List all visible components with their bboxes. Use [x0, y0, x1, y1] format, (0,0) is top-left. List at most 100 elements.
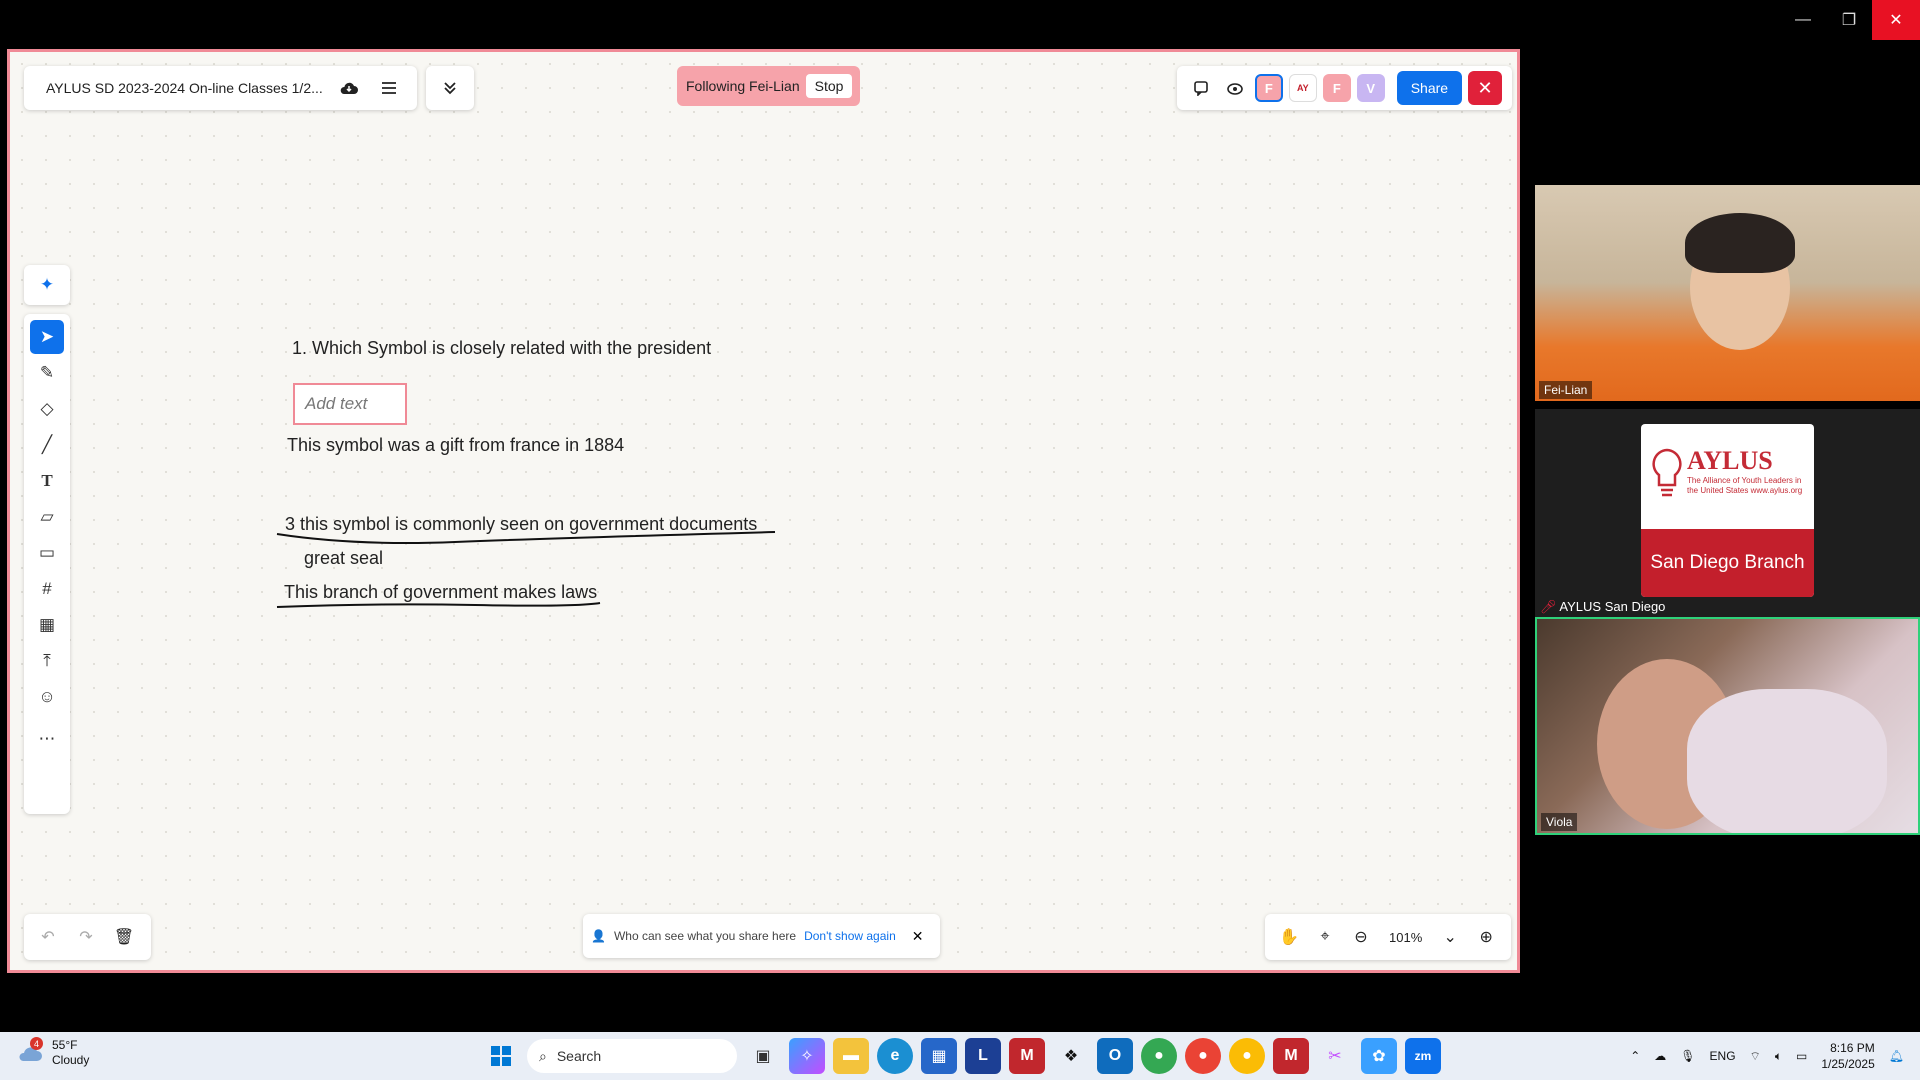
zoom-toolbar: ✋ ⌖ ⊖ 101% ⌄ ⊕: [1265, 914, 1511, 960]
trash-icon[interactable]: 🗑: [110, 923, 138, 951]
notification-badge: 4: [30, 1037, 43, 1050]
mcafee-icon[interactable]: M: [1009, 1038, 1045, 1074]
aylus-logo-text: AYLUS: [1687, 446, 1773, 475]
taskbar-search[interactable]: ⌕ Search: [527, 1039, 737, 1073]
line-tool-icon[interactable]: ╱: [30, 428, 64, 462]
emoji-icon[interactable]: ☺: [30, 680, 64, 714]
participant-hair: [1685, 213, 1795, 273]
chevron-down-icon[interactable]: ⌄: [1436, 923, 1464, 951]
wifi-icon[interactable]: ⌔: [1750, 1049, 1761, 1064]
zoom-level[interactable]: 101%: [1389, 930, 1422, 945]
redo-icon[interactable]: ↷: [72, 923, 100, 951]
mcafee-shield-icon[interactable]: M: [1273, 1038, 1309, 1074]
onedrive-icon[interactable]: ☁: [1654, 1049, 1666, 1063]
clock[interactable]: 8:16 PM 1/25/2025: [1821, 1040, 1874, 1072]
microphone-icon[interactable]: 🎙︎: [1680, 1049, 1695, 1063]
participant-name: Viola: [1541, 813, 1578, 831]
temperature: 55°F: [52, 1038, 78, 1052]
lightbulb-icon: [1652, 448, 1682, 497]
select-tool-icon[interactable]: ➤: [30, 320, 64, 354]
store-icon[interactable]: ▦: [921, 1038, 957, 1074]
close-whiteboard-button[interactable]: ✕: [1468, 71, 1503, 105]
upload-icon[interactable]: ⤒: [30, 644, 64, 678]
paint-icon[interactable]: ✿: [1361, 1038, 1397, 1074]
menu-icon[interactable]: [375, 74, 403, 102]
file-explorer-icon[interactable]: ▬: [833, 1038, 869, 1074]
sharing-notice: 👤 Who can see what you share here Don't …: [583, 914, 940, 958]
windows-start-icon[interactable]: [483, 1038, 519, 1074]
outlook-icon[interactable]: O: [1097, 1038, 1133, 1074]
zoom-out-icon[interactable]: ⊖: [1347, 923, 1375, 951]
text-tool-icon[interactable]: T: [30, 464, 64, 498]
whiteboard-canvas[interactable]: [10, 52, 1517, 970]
aylus-avatar[interactable]: AY: [1288, 74, 1317, 102]
edge-icon[interactable]: e: [877, 1038, 913, 1074]
weather-condition: Cloudy: [52, 1053, 90, 1067]
participant-avatar[interactable]: F: [1254, 74, 1283, 102]
video-tile-fei-lian[interactable]: Fei-Lian: [1535, 185, 1920, 401]
ink-underline[interactable]: [275, 522, 795, 572]
ai-sparkle-icon[interactable]: ✦: [30, 268, 64, 302]
collapse-toolbar-button[interactable]: [426, 66, 474, 110]
shapes-tool-icon[interactable]: ◇: [30, 392, 64, 426]
chrome-icon[interactable]: ●: [1141, 1038, 1177, 1074]
sticky-note-icon[interactable]: ▱: [30, 500, 64, 534]
following-banner: Following Fei-Lian Stop: [677, 66, 860, 106]
comment-icon[interactable]: [1187, 74, 1215, 102]
right-toolbar: F AY F V Share ✕: [1177, 66, 1512, 110]
participant-avatar[interactable]: V: [1356, 74, 1385, 102]
time: 8:16 PM: [1830, 1041, 1875, 1055]
more-tools-icon[interactable]: ⋯: [30, 722, 64, 756]
task-view-icon[interactable]: ▣: [745, 1038, 781, 1074]
share-button[interactable]: Share: [1396, 71, 1463, 105]
close-notice-icon[interactable]: ✕: [912, 928, 924, 945]
aylus-logo: AYLUS The Alliance of Youth Leaders in t…: [1641, 424, 1814, 597]
zoom-app-icon[interactable]: zm: [1405, 1038, 1441, 1074]
frame-tool-icon[interactable]: #: [30, 572, 64, 606]
snipping-tool-icon[interactable]: ✂: [1317, 1038, 1353, 1074]
restore-button[interactable]: ❐: [1826, 0, 1872, 40]
dont-show-again-link[interactable]: Don't show again: [804, 929, 896, 943]
participant-avatar[interactable]: F: [1322, 74, 1351, 102]
chrome-profile-icon[interactable]: ●: [1229, 1038, 1265, 1074]
tool-rail: ➤ ✎ ◇ ╱ T ▱ ▭ # ▦ ⤒ ☺ ⋯: [24, 314, 70, 814]
pen-tool-icon[interactable]: ✎: [30, 356, 64, 390]
add-text-box[interactable]: Add text: [293, 383, 407, 425]
undo-icon[interactable]: ↶: [34, 923, 62, 951]
document-title[interactable]: AYLUS SD 2023-2024 On-line Classes 1/2..…: [46, 80, 323, 96]
participant-name: Fei-Lian: [1539, 381, 1593, 399]
copilot-icon[interactable]: ✧: [789, 1038, 825, 1074]
chevron-double-down-icon: [444, 82, 456, 95]
people-icon: 👤: [591, 929, 606, 943]
minimize-button[interactable]: —: [1780, 0, 1826, 40]
comment-tool-icon[interactable]: ▭: [30, 536, 64, 570]
hand-pan-icon[interactable]: ✋: [1275, 923, 1303, 951]
cloud-save-icon[interactable]: [335, 74, 363, 102]
visibility-icon[interactable]: [1221, 74, 1249, 102]
question-text[interactable]: 1. Which Symbol is closely related with …: [292, 338, 711, 359]
template-tool-icon[interactable]: ▦: [30, 608, 64, 642]
notifications-bell-icon[interactable]: 🔔︎: [1889, 1049, 1904, 1063]
history-toolbar: ↶ ↷ 🗑: [24, 914, 151, 960]
system-tray: ⌃ ☁ 🎙︎ ENG ⌔ 🔈︎ ▭ 8:16 PM 1/25/2025 🔔︎: [1630, 1040, 1904, 1072]
dropbox-icon[interactable]: ❖: [1053, 1038, 1089, 1074]
chevron-up-icon[interactable]: ⌃: [1630, 1049, 1640, 1063]
board-note[interactable]: This symbol was a gift from france in 18…: [287, 435, 624, 456]
window-controls: — ❐ ✕: [1780, 0, 1920, 40]
stop-following-button[interactable]: Stop: [805, 74, 853, 98]
ink-underline[interactable]: [275, 597, 605, 617]
close-window-button[interactable]: ✕: [1872, 0, 1920, 40]
locate-icon[interactable]: ⌖: [1311, 923, 1339, 951]
participant-sleeve: [1687, 689, 1887, 833]
participant-name: 🎤︎ AYLUS San Diego: [1540, 599, 1665, 615]
language-indicator[interactable]: ENG: [1710, 1049, 1736, 1063]
battery-icon[interactable]: ▭: [1796, 1049, 1807, 1063]
zoom-in-icon[interactable]: ⊕: [1472, 923, 1500, 951]
volume-icon[interactable]: 🔈︎: [1775, 1049, 1782, 1064]
l-app-icon[interactable]: L: [965, 1038, 1001, 1074]
document-title-card: AYLUS SD 2023-2024 On-line Classes 1/2..…: [24, 66, 417, 110]
video-tile-viola[interactable]: Viola: [1535, 617, 1920, 835]
cloudy-weather-icon: 4: [16, 1037, 44, 1065]
chrome-profile-icon[interactable]: ●: [1185, 1038, 1221, 1074]
weather-widget[interactable]: 4 55°F Cloudy: [16, 1037, 90, 1068]
